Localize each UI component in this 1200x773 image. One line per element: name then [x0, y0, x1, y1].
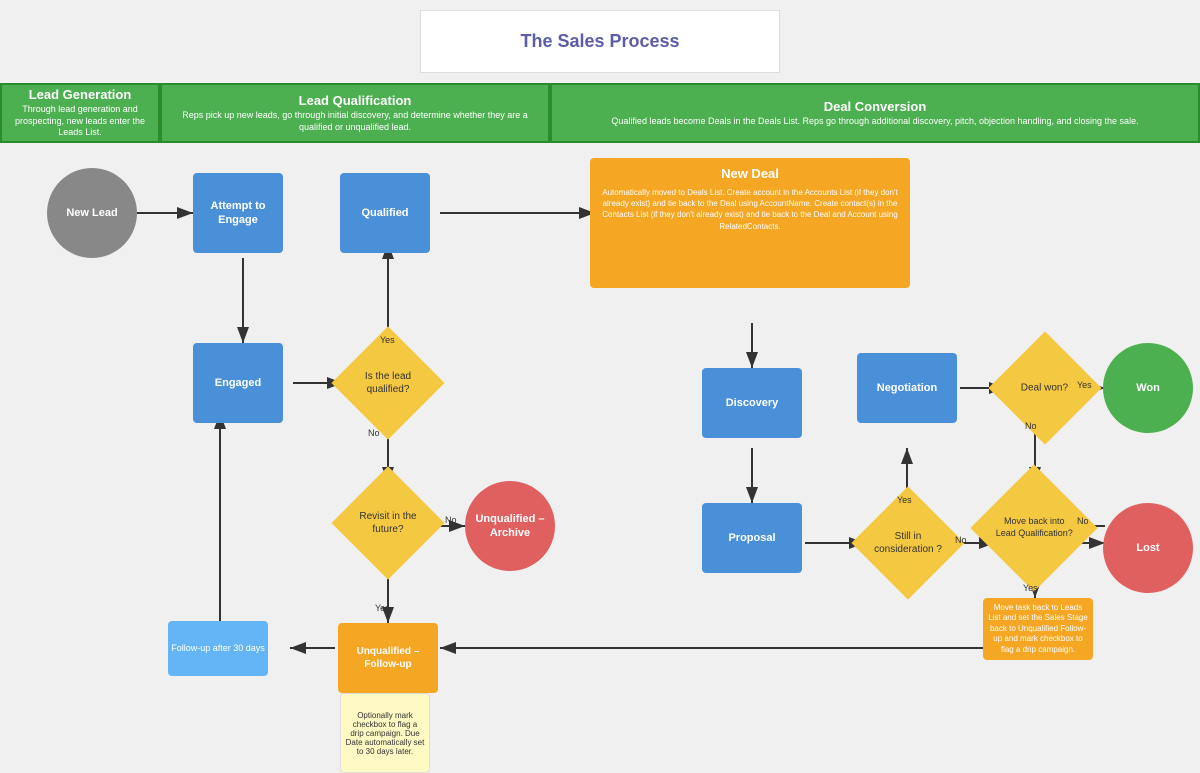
new-deal-node: New Deal Automatically moved to Deals Li…: [590, 158, 910, 288]
phase-headers: Lead Generation Through lead generation …: [0, 83, 1200, 143]
followup-30days-label: Follow-up after 30 days: [171, 643, 265, 655]
yes-label-4: Yes: [1077, 380, 1092, 390]
phase-deal-conv: Deal Conversion Qualified leads become D…: [550, 83, 1200, 143]
discovery-node: Discovery: [702, 368, 802, 438]
move-back-diamond: Move back into Lead Qualification?: [970, 464, 1097, 591]
no-label-3: No: [955, 535, 967, 545]
unqualified-archive-node: Unqualified – Archive: [465, 481, 555, 571]
phase-lead-qual-title: Lead Qualification: [299, 93, 412, 108]
is-qualified-label: Is the lead qualified?: [348, 366, 428, 400]
discovery-label: Discovery: [726, 396, 779, 410]
phase-deal-conv-desc: Qualified leads become Deals in the Deal…: [611, 116, 1138, 128]
unqualified-archive-label: Unqualified – Archive: [465, 512, 555, 541]
title-card: The Sales Process: [420, 10, 780, 73]
phase-lead-qual: Lead Qualification Reps pick up new lead…: [160, 83, 550, 143]
new-lead-node: New Lead: [47, 168, 137, 258]
lost-node: Lost: [1103, 503, 1193, 593]
engaged-node: Engaged: [193, 343, 283, 423]
page-title: The Sales Process: [520, 31, 679, 51]
new-lead-label: New Lead: [66, 206, 117, 220]
unqualified-followup-node: Unqualified – Follow-up: [338, 623, 438, 693]
move-back-desc-text: Move task back to Leads List and set the…: [988, 603, 1088, 654]
phase-lead-gen-title: Lead Generation: [29, 87, 132, 102]
negotiation-label: Negotiation: [877, 381, 938, 395]
engaged-label: Engaged: [215, 376, 261, 390]
proposal-label: Proposal: [728, 531, 775, 545]
phase-lead-gen-desc: Through lead generation and prospecting,…: [12, 104, 148, 139]
phase-lead-gen: Lead Generation Through lead generation …: [0, 83, 160, 143]
proposal-node: Proposal: [702, 503, 802, 573]
qualified-label: Qualified: [361, 206, 408, 220]
yes-label-2: Yes: [375, 603, 390, 613]
followup-desc-text: Optionally mark checkbox to flag a drip …: [345, 711, 425, 756]
new-deal-title: New Deal: [598, 166, 902, 181]
negotiation-node: Negotiation: [857, 353, 957, 423]
flowchart: New Lead Attempt to Engage Qualified Eng…: [25, 143, 1175, 733]
followup-desc-node: Optionally mark checkbox to flag a drip …: [340, 693, 430, 773]
yes-label-5: Yes: [1023, 583, 1038, 593]
phase-deal-conv-title: Deal Conversion: [824, 99, 927, 114]
followup-30days-node: Follow-up after 30 days: [168, 621, 268, 676]
no-label-5: No: [1077, 516, 1089, 526]
revisit-label: Revisit in the future?: [348, 506, 428, 540]
no-label-2: No: [445, 515, 457, 525]
yes-label-1: Yes: [380, 335, 395, 345]
won-node: Won: [1103, 343, 1193, 433]
still-consideration-label: Still in consideration ?: [868, 526, 948, 560]
no-label-1: No: [368, 428, 380, 438]
qualified-node: Qualified: [340, 173, 430, 253]
move-back-desc-node: Move task back to Leads List and set the…: [983, 598, 1093, 660]
unqualified-followup-label: Unqualified – Follow-up: [338, 645, 438, 671]
won-label: Won: [1136, 381, 1160, 395]
new-deal-desc: Automatically moved to Deals List. Creat…: [598, 187, 902, 232]
page-container: The Sales Process Lead Generation Throug…: [0, 10, 1200, 733]
attempt-engage-label: Attempt to Engage: [193, 199, 283, 228]
no-label-4: No: [1025, 421, 1037, 431]
move-back-label: Move back into Lead Qualification?: [989, 512, 1079, 543]
revisit-diamond: Revisit in the future?: [331, 466, 444, 579]
attempt-engage-node: Attempt to Engage: [193, 173, 283, 253]
phase-lead-qual-desc: Reps pick up new leads, go through initi…: [172, 110, 538, 133]
yes-label-3: Yes: [897, 495, 912, 505]
deal-won-label: Deal won?: [1017, 377, 1072, 398]
lost-label: Lost: [1136, 541, 1159, 555]
